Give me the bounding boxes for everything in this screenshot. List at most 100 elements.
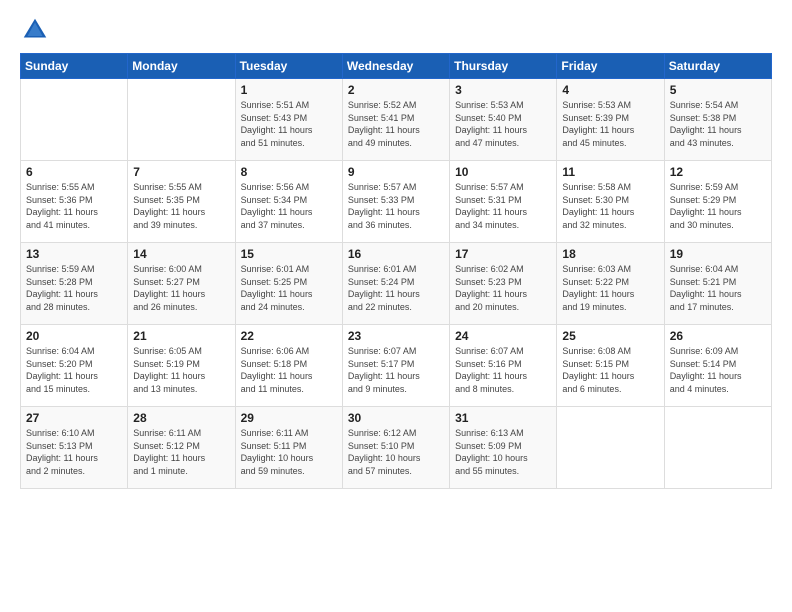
header <box>20 15 772 45</box>
day-number: 18 <box>562 247 658 261</box>
day-number: 19 <box>670 247 766 261</box>
day-number: 28 <box>133 411 229 425</box>
day-number: 14 <box>133 247 229 261</box>
calendar-cell: 23 Sunrise: 6:07 AM Sunset: 5:17 PM Dayli… <box>342 325 449 407</box>
calendar-cell: 15 Sunrise: 6:01 AM Sunset: 5:25 PM Dayli… <box>235 243 342 325</box>
day-number: 30 <box>348 411 444 425</box>
calendar-cell: 3 Sunrise: 5:53 AM Sunset: 5:40 PM Daylig… <box>450 79 557 161</box>
calendar-week-row: 20 Sunrise: 6:04 AM Sunset: 5:20 PM Dayli… <box>21 325 772 407</box>
day-info: Sunrise: 5:51 AM Sunset: 5:43 PM Dayligh… <box>241 99 337 149</box>
day-info: Sunrise: 6:12 AM Sunset: 5:10 PM Dayligh… <box>348 427 444 477</box>
day-info: Sunrise: 5:55 AM Sunset: 5:36 PM Dayligh… <box>26 181 122 231</box>
day-info: Sunrise: 6:06 AM Sunset: 5:18 PM Dayligh… <box>241 345 337 395</box>
weekday-header-row: SundayMondayTuesdayWednesdayThursdayFrid… <box>21 54 772 79</box>
day-number: 6 <box>26 165 122 179</box>
calendar-week-row: 27Sunrise: 6:10 AM Sunset: 5:13 PM Dayli… <box>21 407 772 489</box>
day-number: 11 <box>562 165 658 179</box>
day-info: Sunrise: 5:52 AM Sunset: 5:41 PM Dayligh… <box>348 99 444 149</box>
day-info: Sunrise: 6:02 AM Sunset: 5:23 PM Dayligh… <box>455 263 551 313</box>
day-info: Sunrise: 5:58 AM Sunset: 5:30 PM Dayligh… <box>562 181 658 231</box>
day-number: 10 <box>455 165 551 179</box>
day-info: Sunrise: 5:59 AM Sunset: 5:29 PM Dayligh… <box>670 181 766 231</box>
day-info: Sunrise: 6:13 AM Sunset: 5:09 PM Dayligh… <box>455 427 551 477</box>
day-number: 15 <box>241 247 337 261</box>
page: SundayMondayTuesdayWednesdayThursdayFrid… <box>0 0 792 612</box>
calendar-cell: 13 Sunrise: 5:59 AM Sunset: 5:28 PM Dayli… <box>21 243 128 325</box>
day-info: Sunrise: 5:53 AM Sunset: 5:39 PM Dayligh… <box>562 99 658 149</box>
weekday-header: Friday <box>557 54 664 79</box>
day-number: 26 <box>670 329 766 343</box>
calendar-cell <box>128 79 235 161</box>
day-info: Sunrise: 6:08 AM Sunset: 5:15 PM Dayligh… <box>562 345 658 395</box>
day-number: 29 <box>241 411 337 425</box>
day-info: Sunrise: 5:54 AM Sunset: 5:38 PM Dayligh… <box>670 99 766 149</box>
day-info: Sunrise: 6:09 AM Sunset: 5:14 PM Dayligh… <box>670 345 766 395</box>
day-number: 25 <box>562 329 658 343</box>
calendar-cell <box>557 407 664 489</box>
calendar-cell: 19Sunrise: 6:04 AM Sunset: 5:21 PM Dayli… <box>664 243 771 325</box>
day-info: Sunrise: 5:55 AM Sunset: 5:35 PM Dayligh… <box>133 181 229 231</box>
weekday-header: Monday <box>128 54 235 79</box>
calendar-table: SundayMondayTuesdayWednesdayThursdayFrid… <box>20 53 772 489</box>
day-number: 9 <box>348 165 444 179</box>
calendar-cell: 29Sunrise: 6:11 AM Sunset: 5:11 PM Dayli… <box>235 407 342 489</box>
day-info: Sunrise: 6:10 AM Sunset: 5:13 PM Dayligh… <box>26 427 122 477</box>
day-number: 8 <box>241 165 337 179</box>
day-info: Sunrise: 5:56 AM Sunset: 5:34 PM Dayligh… <box>241 181 337 231</box>
calendar-cell: 26 Sunrise: 6:09 AM Sunset: 5:14 PM Dayli… <box>664 325 771 407</box>
day-info: Sunrise: 6:00 AM Sunset: 5:27 PM Dayligh… <box>133 263 229 313</box>
day-info: Sunrise: 5:53 AM Sunset: 5:40 PM Dayligh… <box>455 99 551 149</box>
day-number: 24 <box>455 329 551 343</box>
day-info: Sunrise: 6:07 AM Sunset: 5:16 PM Dayligh… <box>455 345 551 395</box>
day-info: Sunrise: 6:11 AM Sunset: 5:12 PM Dayligh… <box>133 427 229 477</box>
calendar-cell: 11 Sunrise: 5:58 AM Sunset: 5:30 PM Dayli… <box>557 161 664 243</box>
calendar-week-row: 6 Sunrise: 5:55 AM Sunset: 5:36 PM Daylig… <box>21 161 772 243</box>
day-info: Sunrise: 5:59 AM Sunset: 5:28 PM Dayligh… <box>26 263 122 313</box>
calendar-week-row: 1 Sunrise: 5:51 AM Sunset: 5:43 PM Daylig… <box>21 79 772 161</box>
weekday-header: Saturday <box>664 54 771 79</box>
calendar-cell: 8 Sunrise: 5:56 AM Sunset: 5:34 PM Daylig… <box>235 161 342 243</box>
calendar-cell: 16Sunrise: 6:01 AM Sunset: 5:24 PM Dayli… <box>342 243 449 325</box>
calendar-cell: 12 Sunrise: 5:59 AM Sunset: 5:29 PM Dayli… <box>664 161 771 243</box>
calendar-cell: 20 Sunrise: 6:04 AM Sunset: 5:20 PM Dayli… <box>21 325 128 407</box>
logo <box>20 15 54 45</box>
day-info: Sunrise: 5:57 AM Sunset: 5:33 PM Dayligh… <box>348 181 444 231</box>
calendar-cell: 6 Sunrise: 5:55 AM Sunset: 5:36 PM Daylig… <box>21 161 128 243</box>
day-number: 23 <box>348 329 444 343</box>
calendar-cell <box>21 79 128 161</box>
day-number: 16 <box>348 247 444 261</box>
weekday-header: Wednesday <box>342 54 449 79</box>
day-number: 31 <box>455 411 551 425</box>
calendar-cell: 31 Sunrise: 6:13 AM Sunset: 5:09 PM Dayli… <box>450 407 557 489</box>
calendar-cell: 1 Sunrise: 5:51 AM Sunset: 5:43 PM Daylig… <box>235 79 342 161</box>
day-info: Sunrise: 6:05 AM Sunset: 5:19 PM Dayligh… <box>133 345 229 395</box>
calendar-cell: 14 Sunrise: 6:00 AM Sunset: 5:27 PM Dayli… <box>128 243 235 325</box>
day-info: Sunrise: 6:07 AM Sunset: 5:17 PM Dayligh… <box>348 345 444 395</box>
day-info: Sunrise: 5:57 AM Sunset: 5:31 PM Dayligh… <box>455 181 551 231</box>
day-number: 3 <box>455 83 551 97</box>
calendar-cell: 22Sunrise: 6:06 AM Sunset: 5:18 PM Dayli… <box>235 325 342 407</box>
day-number: 4 <box>562 83 658 97</box>
calendar-cell: 5 Sunrise: 5:54 AM Sunset: 5:38 PM Daylig… <box>664 79 771 161</box>
logo-icon <box>20 15 50 45</box>
calendar-cell: 9 Sunrise: 5:57 AM Sunset: 5:33 PM Daylig… <box>342 161 449 243</box>
weekday-header: Sunday <box>21 54 128 79</box>
day-number: 7 <box>133 165 229 179</box>
day-number: 20 <box>26 329 122 343</box>
calendar-week-row: 13 Sunrise: 5:59 AM Sunset: 5:28 PM Dayli… <box>21 243 772 325</box>
day-number: 17 <box>455 247 551 261</box>
day-number: 12 <box>670 165 766 179</box>
day-number: 2 <box>348 83 444 97</box>
calendar-cell: 17 Sunrise: 6:02 AM Sunset: 5:23 PM Dayli… <box>450 243 557 325</box>
day-number: 5 <box>670 83 766 97</box>
calendar-cell: 2 Sunrise: 5:52 AM Sunset: 5:41 PM Daylig… <box>342 79 449 161</box>
calendar-cell: 24 Sunrise: 6:07 AM Sunset: 5:16 PM Dayli… <box>450 325 557 407</box>
day-number: 13 <box>26 247 122 261</box>
calendar-cell: 28 Sunrise: 6:11 AM Sunset: 5:12 PM Dayli… <box>128 407 235 489</box>
calendar-cell: 4 Sunrise: 5:53 AM Sunset: 5:39 PM Daylig… <box>557 79 664 161</box>
day-number: 1 <box>241 83 337 97</box>
day-info: Sunrise: 6:04 AM Sunset: 5:20 PM Dayligh… <box>26 345 122 395</box>
calendar-cell: 18Sunrise: 6:03 AM Sunset: 5:22 PM Dayli… <box>557 243 664 325</box>
day-info: Sunrise: 6:01 AM Sunset: 5:25 PM Dayligh… <box>241 263 337 313</box>
calendar-cell: 21Sunrise: 6:05 AM Sunset: 5:19 PM Dayli… <box>128 325 235 407</box>
